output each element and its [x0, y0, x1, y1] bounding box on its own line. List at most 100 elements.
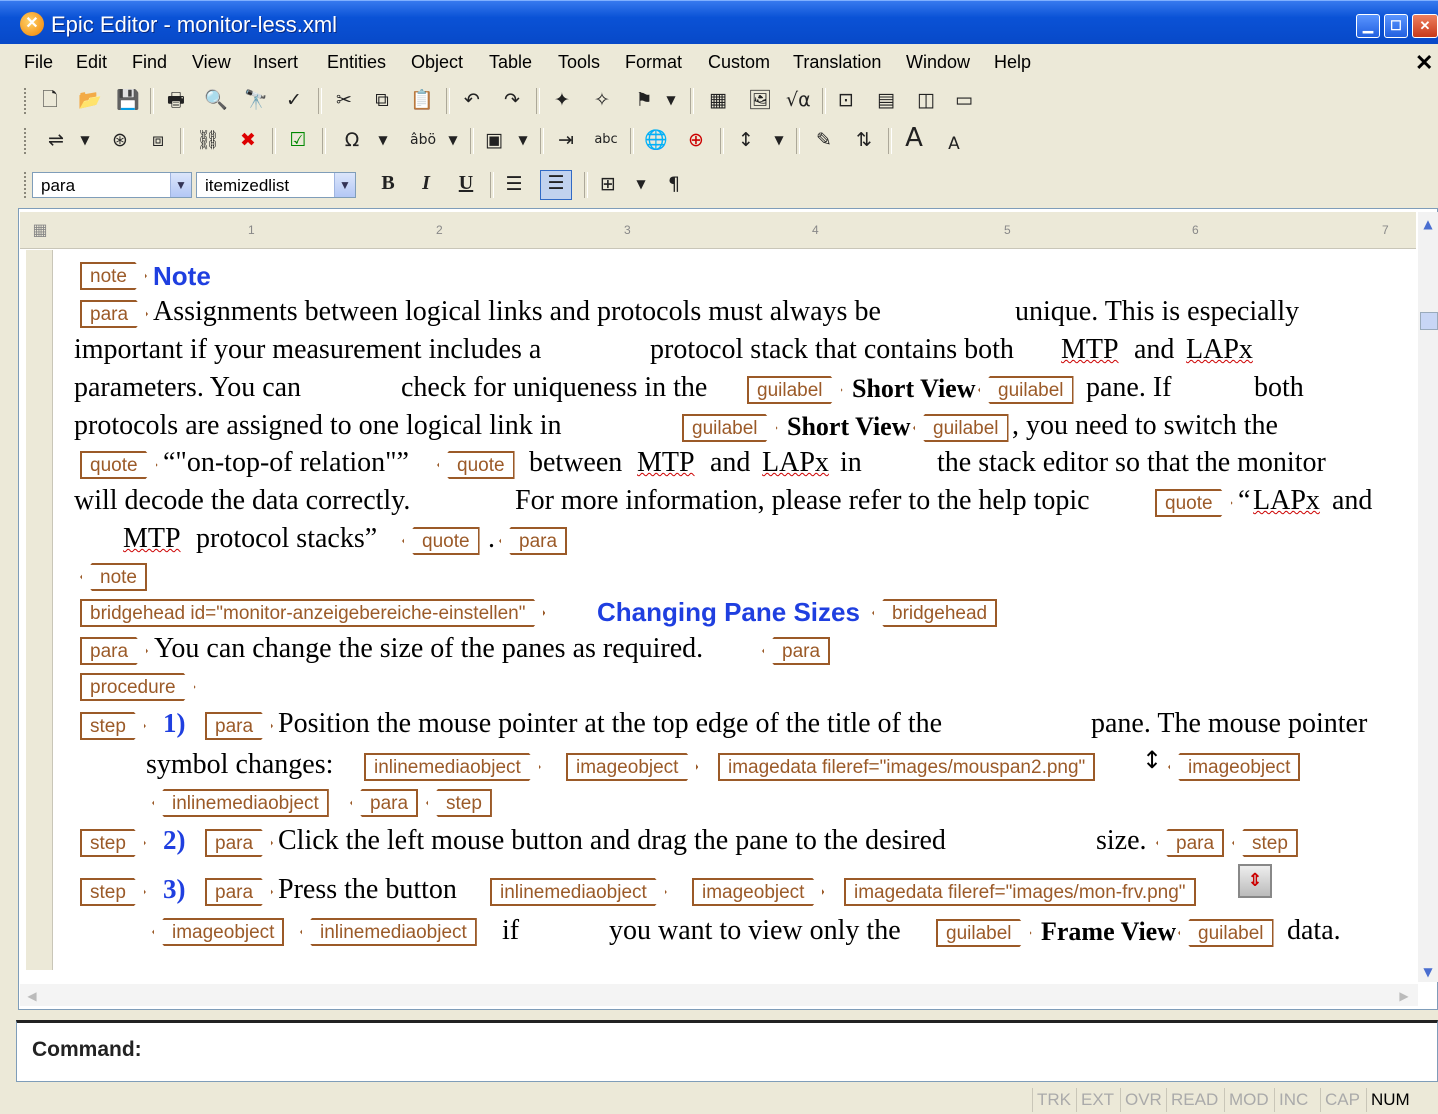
- validate-icon[interactable]: ☑: [286, 128, 310, 152]
- text-line[interactable]: both: [1254, 372, 1304, 404]
- print-preview-icon[interactable]: 🔍: [204, 88, 228, 112]
- save-icon[interactable]: 💾: [116, 88, 140, 112]
- text-line[interactable]: You can change the size of the panes as …: [154, 633, 703, 665]
- text-line[interactable]: parameters. You can: [74, 372, 301, 404]
- text-period[interactable]: .: [488, 523, 495, 555]
- insert-object-icon[interactable]: ⊞: [596, 172, 620, 196]
- graphic-icon[interactable]: 🖼: [748, 88, 772, 112]
- menu-help[interactable]: Help: [994, 52, 1031, 73]
- text-line[interactable]: check for uniqueness in the: [401, 372, 707, 404]
- horizontal-scrollbar[interactable]: ◀ ▶: [20, 984, 1418, 1006]
- vertical-scrollbar[interactable]: ▲ ▼: [1418, 212, 1438, 982]
- text-mtp[interactable]: MTP: [123, 523, 181, 555]
- spellcheck-icon[interactable]: ✓: [282, 88, 306, 112]
- clipboard-icon[interactable]: ▣: [482, 128, 506, 152]
- abc-icon[interactable]: abc: [594, 128, 618, 152]
- imagedata-tag[interactable]: imagedata fileref="images/mouspan2.png": [718, 753, 1096, 781]
- note-open-tag[interactable]: note: [80, 262, 147, 290]
- bold-icon[interactable]: B: [376, 172, 400, 196]
- text-mtp[interactable]: MTP: [637, 447, 695, 479]
- text-and[interactable]: and: [1134, 334, 1174, 366]
- table-grid-icon[interactable]: ▦: [28, 218, 52, 242]
- sort-icon[interactable]: ⇅: [852, 128, 876, 152]
- paste-icon[interactable]: 📋: [410, 88, 434, 112]
- chevron-down-icon[interactable]: ▼: [516, 128, 530, 152]
- chevron-down-icon[interactable]: ▼: [334, 173, 355, 197]
- scroll-up-icon[interactable]: ▲: [1418, 212, 1438, 236]
- text-lapx[interactable]: LAPx: [762, 447, 829, 479]
- inlinemediaobject-close-tag[interactable]: inlinemediaobject: [300, 918, 477, 946]
- chevron-down-icon[interactable]: ▼: [634, 172, 648, 196]
- print-icon[interactable]: 🖶: [164, 88, 188, 112]
- menu-window[interactable]: Window: [906, 52, 970, 73]
- text-mtp[interactable]: MTP: [1061, 334, 1119, 366]
- quote-close-tag[interactable]: quote: [437, 451, 515, 479]
- delete-icon[interactable]: ✖: [236, 128, 260, 152]
- guilabel-close-tag[interactable]: guilabel: [1178, 919, 1274, 947]
- bridgehead-open-tag[interactable]: bridgehead id="monitor-anzeigebereiche-e…: [80, 599, 545, 627]
- menu-insert[interactable]: Insert: [253, 52, 298, 73]
- element-select[interactable]: para ▼: [32, 172, 192, 198]
- menu-edit[interactable]: Edit: [76, 52, 107, 73]
- text-line[interactable]: protocols are assigned to one logical li…: [74, 410, 562, 442]
- change-element-icon[interactable]: ⚑: [632, 88, 656, 112]
- para-open-tag[interactable]: para: [205, 829, 273, 857]
- text-lapx[interactable]: LAPx: [1253, 485, 1320, 517]
- tag-display-icon[interactable]: ⇌: [44, 128, 68, 152]
- para-close-tag[interactable]: para: [1156, 829, 1225, 857]
- guilabel-close-tag[interactable]: guilabel: [913, 414, 1009, 442]
- table-icon[interactable]: ▦: [706, 88, 730, 112]
- menu-format[interactable]: Format: [625, 52, 682, 73]
- inlinemediaobject-open-tag[interactable]: inlinemediaobject: [364, 753, 541, 781]
- imageobject-close-tag[interactable]: imageobject: [152, 918, 285, 946]
- text-and[interactable]: and: [1332, 485, 1372, 517]
- para-open-tag[interactable]: para: [205, 878, 273, 906]
- minimize-button[interactable]: ▁: [1356, 14, 1380, 38]
- browse-icon[interactable]: ⊛: [108, 128, 132, 152]
- special-characters-icon[interactable]: âbö: [410, 128, 436, 152]
- step-open-tag[interactable]: step: [80, 712, 146, 740]
- increase-font-icon[interactable]: A: [902, 125, 926, 151]
- menu-object[interactable]: Object: [411, 52, 463, 73]
- text-line[interactable]: unique. This is especially: [1015, 296, 1299, 328]
- chevron-down-icon[interactable]: ▼: [664, 88, 678, 112]
- maximize-button[interactable]: ☐: [1384, 14, 1408, 38]
- app-icon[interactable]: ✕: [20, 12, 44, 36]
- undo-icon[interactable]: ↶: [460, 88, 484, 112]
- text-line[interactable]: size.: [1096, 825, 1147, 857]
- imageobject-open-tag[interactable]: imageobject: [566, 753, 698, 781]
- menu-translation[interactable]: Translation: [793, 52, 881, 73]
- scroll-right-icon[interactable]: ▶: [1394, 984, 1414, 1008]
- guilabel-open-tag[interactable]: guilabel: [936, 919, 1032, 947]
- new-icon[interactable]: 🗋: [38, 88, 62, 112]
- para-open-tag[interactable]: para: [80, 637, 148, 665]
- menu-custom[interactable]: Custom: [708, 52, 770, 73]
- underline-icon[interactable]: U: [454, 172, 478, 196]
- text-line[interactable]: Assignments between logical links and pr…: [153, 296, 881, 328]
- toolbar-grip[interactable]: [24, 172, 30, 198]
- text-line[interactable]: protocol stack that contains both: [650, 334, 1014, 366]
- split-view-icon[interactable]: ◫: [914, 88, 938, 112]
- toolbar-grip[interactable]: [24, 88, 30, 114]
- quote-open-tag[interactable]: quote: [1155, 489, 1233, 517]
- toolbar-grip[interactable]: [24, 128, 30, 154]
- list-select[interactable]: itemizedlist ▼: [196, 172, 356, 198]
- imagedata-tag[interactable]: imagedata fileref="images/mon-frv.png": [844, 878, 1196, 906]
- text-line[interactable]: if: [502, 915, 519, 947]
- text-line[interactable]: symbol changes:: [146, 749, 333, 781]
- guilabel-open-tag[interactable]: guilabel: [747, 376, 843, 404]
- text-and[interactable]: and: [710, 447, 750, 479]
- menu-tools[interactable]: Tools: [558, 52, 600, 73]
- imageobject-open-tag[interactable]: imageobject: [692, 878, 824, 906]
- chevron-down-icon[interactable]: ▼: [446, 128, 460, 152]
- quote-text[interactable]: “"on-top-of relation"”: [163, 447, 409, 479]
- para-close-tag[interactable]: para: [350, 789, 419, 817]
- text-line[interactable]: Press the button: [278, 874, 457, 906]
- insert-element-icon[interactable]: ✦: [550, 88, 574, 112]
- scroll-down-icon[interactable]: ▼: [1418, 960, 1438, 984]
- text-line[interactable]: the stack editor so that the monitor: [937, 447, 1326, 479]
- equation-icon[interactable]: √α: [786, 88, 811, 112]
- para-close-tag[interactable]: para: [762, 637, 831, 665]
- help-icon[interactable]: ⊕: [684, 128, 708, 152]
- text-line[interactable]: pane. The mouse pointer: [1091, 708, 1367, 740]
